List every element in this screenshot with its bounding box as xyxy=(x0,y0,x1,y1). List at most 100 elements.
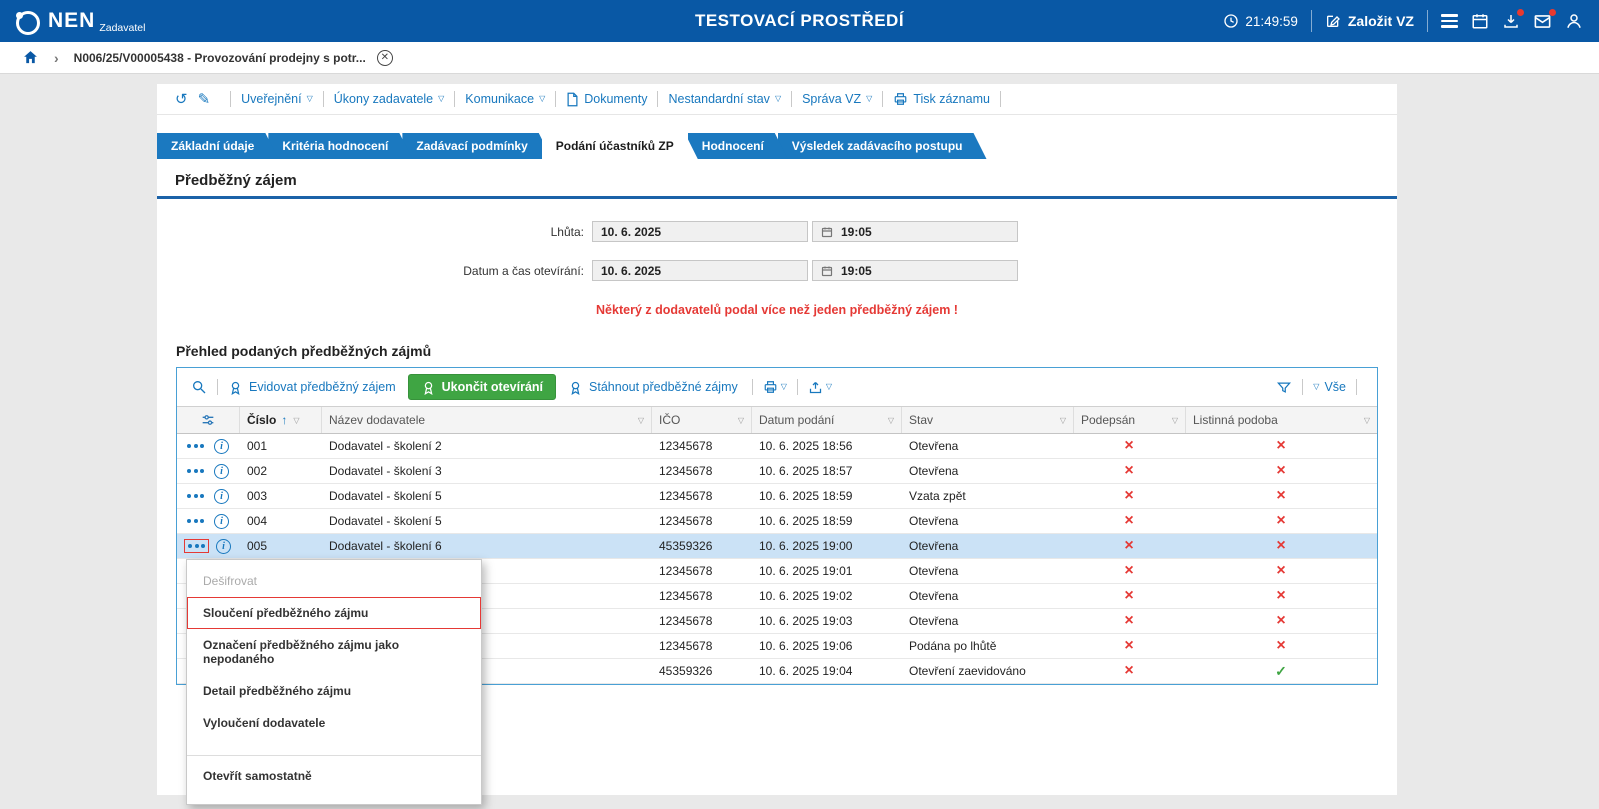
filter-caret-icon[interactable]: ▽ xyxy=(293,416,299,425)
lhuta-date-input[interactable]: 10. 6. 2025 xyxy=(592,221,808,242)
cell-signed: × xyxy=(1073,609,1185,633)
context-menu-item[interactable]: Detail předběžného zájmu xyxy=(187,675,481,707)
context-menu-item[interactable]: Otevřít samostatně xyxy=(187,755,481,792)
warning-message: Některý z dodavatelů podal více než jede… xyxy=(596,303,958,317)
cell-status: Podána po lhůtě xyxy=(909,639,997,653)
stahnout-zajmy-button[interactable]: Stáhnout předběžné zájmy xyxy=(568,380,738,395)
cell-paper: × xyxy=(1185,509,1377,533)
profile-icon[interactable] xyxy=(1565,12,1583,30)
dropdown-caret-icon: ▽ xyxy=(780,381,787,391)
field-label-oteviran: Datum a čas otevírání: xyxy=(463,263,584,278)
dropdown-caret-icon: ▽ xyxy=(866,93,873,103)
column-stav[interactable]: Stav ▽ xyxy=(901,407,1073,433)
toolbar-separator xyxy=(657,91,659,107)
breadcrumb-item[interactable]: N006/25/V00005438 - Provozování prodejny… xyxy=(74,51,366,65)
column-nazev[interactable]: Název dodavatele ▽ xyxy=(321,407,651,433)
column-settings[interactable] xyxy=(177,407,239,433)
tab-4[interactable]: Podání účastníků ZP xyxy=(542,133,698,159)
menu-icon[interactable] xyxy=(1441,14,1458,28)
cell-status: Vzata zpět xyxy=(909,489,966,503)
context-menu-item[interactable]: Sloučení předběžného zájmu xyxy=(187,597,481,629)
row-actions: i xyxy=(177,534,239,558)
cross-icon: × xyxy=(1276,487,1286,504)
filter-caret-icon[interactable]: ▽ xyxy=(1060,416,1066,425)
nen-logo[interactable]: NEN Zadavatel xyxy=(16,8,145,35)
menu-komunikace[interactable]: Komunikace ▽ xyxy=(465,92,545,106)
row-menu-icon[interactable] xyxy=(184,490,207,502)
history-back-icon[interactable]: ↺ xyxy=(175,90,188,108)
tab-6[interactable]: Výsledek zadávacího postupu xyxy=(778,133,987,159)
print-grid-icon[interactable]: ▽ xyxy=(763,380,787,394)
tab-bar: Základní údaje Kritéria hodnocení Zadávací… xyxy=(157,133,1397,159)
home-icon[interactable] xyxy=(22,49,39,66)
table-row[interactable]: i 005 Dodavatel - školení 6 45359326 10. 6. … xyxy=(177,534,1377,559)
filter-icon[interactable] xyxy=(1276,380,1292,395)
view-filter-dropdown[interactable]: ▽ Vše xyxy=(1313,380,1346,394)
close-tab-icon[interactable]: ✕ xyxy=(376,49,393,66)
filter-caret-icon[interactable]: ▽ xyxy=(1172,416,1178,425)
filter-caret-icon[interactable]: ▽ xyxy=(638,416,644,425)
cross-icon: × xyxy=(1124,587,1134,604)
cross-icon: × xyxy=(1124,662,1134,679)
row-menu-icon[interactable] xyxy=(184,440,207,452)
breadcrumb: › N006/25/V00005438 - Provozování prodej… xyxy=(0,42,1599,74)
nen-logo-icon xyxy=(16,10,40,35)
notification-badge xyxy=(1517,9,1524,16)
edit-record-icon[interactable]: ✎ xyxy=(198,90,211,108)
tab-5[interactable]: Hodnocení xyxy=(688,133,788,159)
context-menu-item[interactable]: Označení předběžného zájmu jako nepodané… xyxy=(187,629,481,675)
filter-caret-icon[interactable]: ▽ xyxy=(888,416,894,425)
cell-date: 10. 6. 2025 19:04 xyxy=(759,664,853,678)
row-info-icon[interactable]: i xyxy=(214,488,229,504)
row-menu-icon[interactable] xyxy=(184,515,207,527)
tab-1[interactable]: Základní údaje xyxy=(157,133,278,159)
toolbar-separator xyxy=(230,91,232,107)
oteviran-time-input[interactable]: 19:05 xyxy=(812,260,1018,281)
row-info-icon[interactable]: i xyxy=(214,438,229,454)
table-row[interactable]: i 001 Dodavatel - školení 2 12345678 10. 6. … xyxy=(177,434,1377,459)
cell-number: 004 xyxy=(247,514,268,528)
menu-ukony-zadavatele[interactable]: Úkony zadavatele ▽ xyxy=(334,92,445,106)
row-info-icon[interactable]: i xyxy=(216,538,231,554)
tab-3[interactable]: Zadávací podmínky xyxy=(402,133,551,159)
cell-supplier: Dodavatel - školení 3 xyxy=(329,464,442,478)
lhuta-time-input[interactable]: 19:05 xyxy=(812,221,1018,242)
row-info-icon[interactable]: i xyxy=(214,463,229,479)
table-row[interactable]: i 003 Dodavatel - školení 5 12345678 10. 6. … xyxy=(177,484,1377,509)
menu-dokumenty[interactable]: Dokumenty xyxy=(566,92,647,107)
table-row[interactable]: i 004 Dodavatel - školení 5 12345678 10. 6. … xyxy=(177,509,1377,534)
oteviran-date-input[interactable]: 10. 6. 2025 xyxy=(592,260,808,281)
cross-icon: × xyxy=(1276,562,1286,579)
badge-icon xyxy=(424,381,433,395)
evidovat-zajem-button[interactable]: Evidovat předběžný zájem xyxy=(228,380,396,395)
column-ico[interactable]: IČO ▽ xyxy=(651,407,751,433)
downloads-icon[interactable] xyxy=(1502,9,1524,30)
cross-icon: × xyxy=(1276,612,1286,629)
menu-tisk-zaznamu[interactable]: Tisk záznamu xyxy=(893,92,990,106)
search-icon[interactable] xyxy=(191,379,207,395)
cell-date: 10. 6. 2025 18:59 xyxy=(759,514,853,528)
ukoncit-oteviran-button[interactable]: Ukončit otevírání xyxy=(407,374,557,400)
export-icon[interactable]: ▽ xyxy=(808,380,832,395)
create-vz-button[interactable]: Založit VZ xyxy=(1325,13,1414,29)
column-listinna[interactable]: Listinná podoba ▽ xyxy=(1185,407,1377,433)
calendar-icon[interactable] xyxy=(1471,12,1489,30)
row-menu-icon[interactable] xyxy=(184,539,209,553)
filter-caret-icon[interactable]: ▽ xyxy=(738,416,744,425)
messages-icon[interactable] xyxy=(1533,8,1556,31)
context-menu-item[interactable]: Vyloučení dodavatele xyxy=(187,707,481,739)
column-cislo[interactable]: Číslo ↑ ▽ xyxy=(239,407,321,433)
menu-uverejneni[interactable]: Uveřejnění ▽ xyxy=(241,92,313,106)
table-row[interactable]: i 002 Dodavatel - školení 3 12345678 10. 6. … xyxy=(177,459,1377,484)
row-menu-icon[interactable] xyxy=(184,465,207,477)
column-datum[interactable]: Datum podání ▽ xyxy=(751,407,901,433)
filter-caret-icon[interactable]: ▽ xyxy=(1364,416,1370,425)
menu-sprava-vz[interactable]: Správa VZ ▽ xyxy=(802,92,872,106)
calendar-icon xyxy=(821,227,833,237)
header-actions: 21:49:59 Založit VZ xyxy=(1223,8,1583,32)
cell-paper: × xyxy=(1185,559,1377,583)
row-info-icon[interactable]: i xyxy=(214,513,229,529)
tab-2[interactable]: Kritéria hodnocení xyxy=(268,133,412,159)
column-podepsan[interactable]: Podepsán ▽ xyxy=(1073,407,1185,433)
menu-nestandardni-stav[interactable]: Nestandardní stav ▽ xyxy=(668,92,781,106)
